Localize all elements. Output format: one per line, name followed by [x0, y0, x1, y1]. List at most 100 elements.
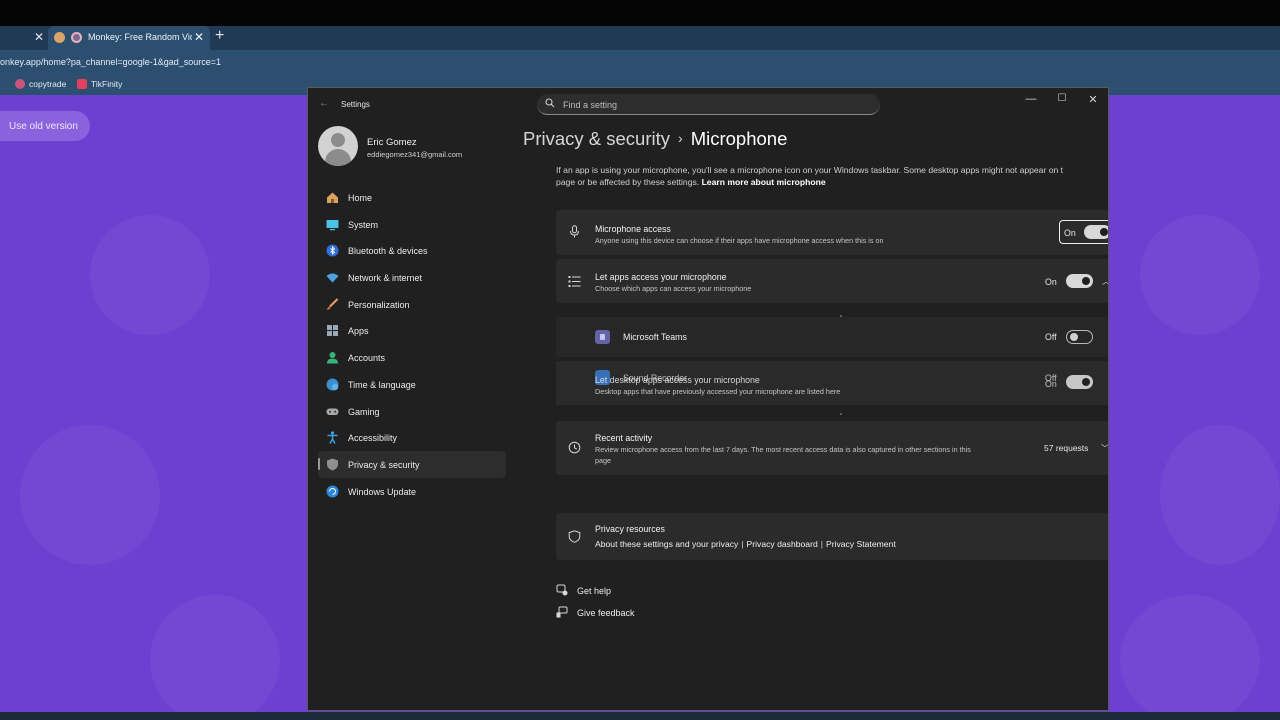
sidebar-item-time-language[interactable]: Time & language — [318, 371, 506, 398]
card-title: Privacy resources — [595, 524, 665, 534]
sidebar-item-accounts[interactable]: Accounts — [318, 344, 506, 371]
page-title: Microphone — [690, 128, 788, 149]
learn-more-link[interactable]: Learn more about microphone — [702, 177, 826, 187]
back-arrow-icon[interactable]: ← — [319, 98, 329, 109]
maximize-icon[interactable]: ☐ — [1052, 93, 1072, 104]
background-pattern — [20, 425, 160, 565]
close-icon[interactable]: ✕ — [1083, 93, 1103, 106]
close-tab-icon[interactable]: ✕ — [34, 30, 44, 44]
address-bar[interactable]: onkey.app/home?pa_channel=google-1&gad_s… — [0, 50, 1280, 75]
sidebar-item-apps[interactable]: Apps — [318, 317, 506, 344]
system-icon — [326, 219, 339, 230]
get-help-link[interactable]: Get help — [577, 586, 611, 596]
sidebar-item-gaming[interactable]: Gaming — [318, 398, 506, 425]
give-feedback-link[interactable]: Give feedback — [577, 608, 635, 618]
gamepad-icon — [326, 408, 339, 415]
loading-spinner-icon: ˏ — [839, 405, 843, 416]
microphone-access-card: Microphone access Anyone using this devi… — [556, 210, 1108, 255]
background-pattern — [1160, 425, 1280, 565]
bookmark-label: copytrade — [29, 79, 67, 89]
history-icon — [568, 441, 581, 454]
user-profile[interactable]: Eric Gomez eddiegomez341@gmail.com — [318, 126, 518, 168]
feedback-icon — [556, 606, 568, 618]
privacy-resources-card: Privacy resources About these settings a… — [556, 513, 1108, 560]
intro-line: If an app is using your microphone, you'… — [556, 165, 1064, 175]
use-old-version-button[interactable]: Use old version — [0, 111, 90, 141]
settings-window: ← Settings — ☐ ✕ Eric Gomez eddiegomez34… — [307, 87, 1109, 711]
card-subtitle: Review microphone access from the last 7… — [595, 445, 971, 454]
close-tab-icon[interactable]: ✕ — [194, 30, 204, 44]
new-tab-icon[interactable]: + — [215, 27, 224, 45]
sidebar-item-system[interactable]: System — [318, 211, 506, 238]
help-icon — [556, 584, 568, 596]
chevron-down-icon[interactable]: ﹀ — [1101, 443, 1108, 454]
tab-title: Monkey: Free Random Video Chat — [88, 32, 192, 42]
let-apps-access-toggle[interactable] — [1066, 274, 1093, 288]
sidebar-item-accessibility[interactable]: Accessibility — [318, 424, 506, 451]
let-apps-access-card[interactable]: Let apps access your microphone Choose w… — [556, 259, 1108, 303]
shield-icon — [327, 458, 338, 471]
sidebar-item-home[interactable]: Home — [318, 184, 506, 211]
top-black-strip — [0, 0, 1280, 26]
privacy-statement-link[interactable]: Privacy Statement — [826, 539, 896, 549]
sidebar-item-label: System — [348, 219, 379, 230]
bookmark-favicon — [77, 79, 87, 89]
sound-recorder-toggle[interactable] — [1066, 375, 1093, 389]
screen: ✕ Monkey: Free Random Video Chat ✕ + onk… — [0, 0, 1280, 720]
search-box[interactable] — [537, 94, 880, 115]
bluetooth-icon — [326, 244, 339, 257]
avatar — [318, 126, 358, 166]
sidebar-nav: Home System Bluetooth & devices Network … — [318, 184, 506, 504]
shield-outline-icon — [568, 530, 581, 543]
about-privacy-link[interactable]: About these settings and your privacy — [595, 539, 738, 549]
address-url: onkey.app/home?pa_channel=google-1&gad_s… — [0, 57, 222, 67]
bookmark-favicon — [15, 79, 25, 89]
recent-activity-card[interactable]: Recent activity Review microphone access… — [556, 421, 1108, 475]
intro-text: If an app is using your microphone, you'… — [556, 164, 1108, 189]
wifi-icon — [326, 273, 339, 283]
sidebar-item-windows-update[interactable]: Windows Update — [318, 478, 506, 505]
taskbar-edge — [0, 712, 1280, 720]
apps-icon — [327, 325, 338, 337]
browser-tab-monkey[interactable]: Monkey: Free Random Video Chat ✕ — [48, 26, 210, 50]
card-subtitle: Anyone using this device can choose if t… — [595, 236, 884, 245]
sidebar-item-network[interactable]: Network & internet — [318, 264, 506, 291]
bookmark-tikfinity[interactable]: TikFinity — [77, 79, 122, 89]
title-bar: ← Settings — ☐ ✕ — [308, 88, 1108, 120]
home-icon — [327, 192, 338, 203]
microsoft-teams-toggle[interactable] — [1066, 330, 1093, 344]
sidebar-item-label: Apps — [348, 326, 369, 337]
app-name: Microsoft Teams — [623, 332, 687, 342]
background-pattern — [90, 215, 210, 335]
breadcrumb-parent[interactable]: Privacy & security — [523, 128, 670, 149]
sidebar-item-label: Privacy & security — [348, 459, 420, 470]
resource-links: About these settings and your privacy | Pr… — [595, 539, 896, 549]
sidebar-item-label: Home — [348, 193, 373, 203]
sidebar-item-label: Accessibility — [348, 433, 398, 444]
chevron-up-icon[interactable]: ︿ — [1102, 276, 1108, 287]
app-row-sound-recorder: Sound Recorder Let desktop apps access y… — [556, 361, 1108, 405]
sidebar-item-label: Windows Update — [348, 486, 417, 497]
card-subtitle: page — [595, 456, 611, 465]
microphone-access-toggle[interactable] — [1084, 225, 1108, 239]
brush-icon — [327, 298, 339, 310]
sidebar-item-bluetooth[interactable]: Bluetooth & devices — [318, 237, 506, 264]
accounts-icon — [327, 352, 338, 364]
browser-tab-bar: ✕ Monkey: Free Random Video Chat ✕ + — [0, 26, 1280, 50]
monkey-favicon — [71, 32, 82, 43]
extension-icon — [54, 32, 65, 43]
minimize-icon[interactable]: — — [1021, 93, 1041, 105]
background-pattern — [1140, 215, 1260, 335]
privacy-dashboard-link[interactable]: Privacy dashboard — [747, 539, 818, 549]
sidebar-item-privacy-security[interactable]: Privacy & security — [318, 450, 506, 478]
toggle-state-label: Off — [1045, 332, 1057, 342]
app-title: Settings — [341, 100, 370, 109]
app-row-microsoft-teams: Microsoft Teams Off — [556, 317, 1108, 357]
sidebar-item-personalization[interactable]: Personalization — [318, 291, 506, 318]
sidebar-item-label: Accounts — [348, 353, 386, 364]
search-icon — [545, 98, 555, 108]
bookmark-copytrade[interactable]: copytrade — [15, 79, 66, 89]
intro-line: page or be affected by these settings. — [556, 177, 700, 188]
search-input[interactable] — [563, 97, 863, 112]
sidebar-item-label: Personalization — [348, 299, 410, 310]
